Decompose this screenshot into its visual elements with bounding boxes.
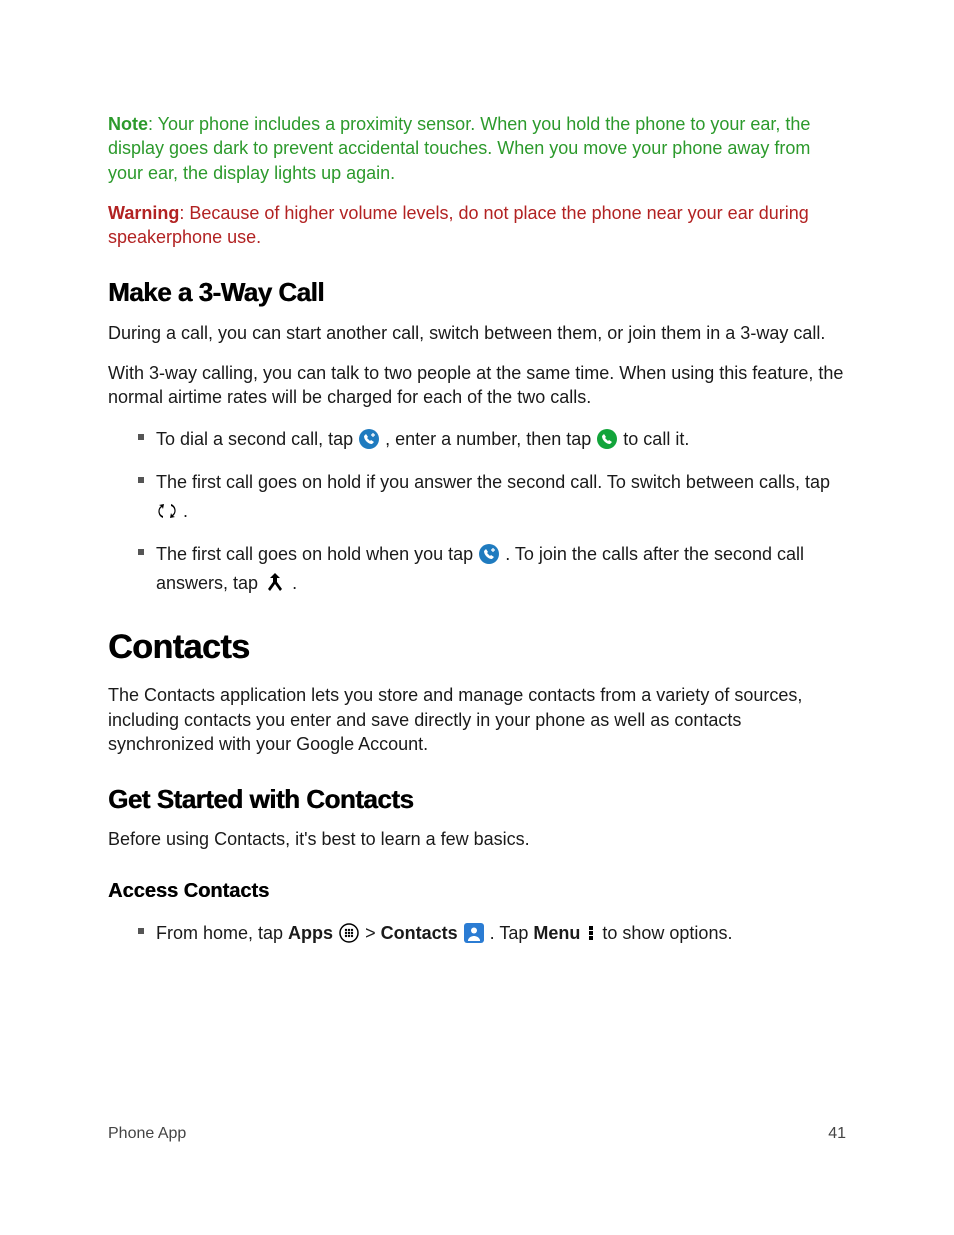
s4-a: From home, tap [156, 923, 288, 943]
contacts-label: Contacts [381, 923, 458, 943]
s2-p1: The Contacts application lets you store … [108, 683, 846, 756]
s4-g: to show options. [602, 923, 732, 943]
list-item: The first call goes on hold when you tap… [138, 540, 846, 598]
li3-a: The first call goes on hold when you tap [156, 544, 478, 564]
list-item: The first call goes on hold if you answe… [138, 468, 846, 526]
list-item: From home, tap Apps > Contacts . Tap Men… [138, 919, 846, 948]
s1-list: To dial a second call, tap , enter a num… [108, 425, 846, 597]
list-item: To dial a second call, tap , enter a num… [138, 425, 846, 454]
footer-section: Phone App [108, 1123, 186, 1145]
note-text: : Your phone includes a proximity sensor… [108, 114, 810, 183]
li2-b: . [183, 501, 188, 521]
li1-a: To dial a second call, tap [156, 429, 358, 449]
page-footer: Phone App 41 [108, 1123, 846, 1145]
s1-p2: With 3-way calling, you can talk to two … [108, 361, 846, 410]
add-call-icon [359, 429, 379, 449]
apps-label: Apps [288, 923, 333, 943]
s1-p1: During a call, you can start another cal… [108, 321, 846, 345]
li2-a: The first call goes on hold if you answe… [156, 472, 830, 492]
s4-list: From home, tap Apps > Contacts . Tap Men… [108, 919, 846, 948]
heading-access: Access Contacts [108, 878, 846, 905]
heading-3way: Make a 3-Way Call [108, 275, 846, 310]
add-call-icon [479, 544, 499, 564]
merge-calls-icon [264, 571, 286, 593]
apps-icon [339, 923, 359, 943]
note-label: Note [108, 114, 148, 134]
swap-calls-icon [157, 501, 177, 521]
contacts-app-icon [464, 923, 484, 943]
s4-e: . Tap [490, 923, 534, 943]
s3-p1: Before using Contacts, it's best to lear… [108, 827, 846, 851]
warning-paragraph: Warning: Because of higher volume levels… [108, 201, 846, 250]
warning-text: : Because of higher volume levels, do no… [108, 203, 809, 247]
call-icon [597, 429, 617, 449]
li3-c: . [292, 573, 297, 593]
s4-c: > [365, 923, 381, 943]
menu-label: Menu [533, 923, 580, 943]
manual-page: Note: Your phone includes a proximity se… [0, 0, 954, 1235]
note-paragraph: Note: Your phone includes a proximity se… [108, 112, 846, 185]
menu-icon [586, 923, 596, 943]
li1-c: to call it. [623, 429, 689, 449]
heading-getstarted: Get Started with Contacts [108, 782, 846, 817]
warning-label: Warning [108, 203, 179, 223]
footer-page: 41 [828, 1123, 846, 1145]
li1-b: , enter a number, then tap [385, 429, 596, 449]
heading-contacts: Contacts [108, 625, 846, 671]
